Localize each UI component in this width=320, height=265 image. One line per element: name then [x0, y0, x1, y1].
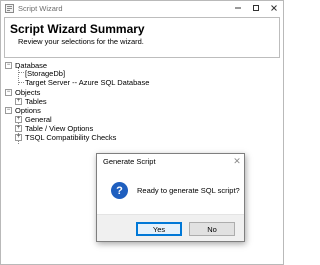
maximize-button[interactable] [247, 1, 265, 15]
title-bar: Script Wizard [1, 1, 283, 15]
close-button[interactable] [265, 1, 283, 15]
tree-node-label: TSQL Compatibility Checks [25, 132, 117, 142]
expand-toggle-icon[interactable]: + [15, 97, 22, 105]
tree-connector [18, 72, 24, 73]
dialog-title-bar: Generate Script ✕ [97, 154, 244, 168]
no-button[interactable]: No [189, 222, 235, 236]
dialog-close-icon[interactable]: ✕ [230, 154, 244, 168]
dialog-footer: Yes No [97, 214, 244, 241]
window-title: Script Wizard [18, 3, 63, 13]
collapse-toggle-icon[interactable]: − [5, 61, 12, 69]
tree-node-label: Target Server -- Azure SQL Database [25, 77, 150, 87]
window-controls [229, 1, 283, 15]
maximize-icon [253, 5, 259, 11]
collapse-toggle-icon[interactable]: − [5, 88, 12, 96]
generate-script-dialog: Generate Script ✕ ? Ready to generate SQ… [96, 153, 245, 242]
minimize-icon [235, 7, 241, 9]
yes-button[interactable]: Yes [136, 222, 182, 236]
dialog-body: ? Ready to generate SQL script? [97, 168, 244, 210]
close-icon [271, 5, 277, 11]
tree-node-tsql-compatibility[interactable]: + TSQL Compatibility Checks [15, 132, 116, 142]
minimize-button[interactable] [229, 1, 247, 15]
collapse-toggle-icon[interactable]: − [5, 106, 12, 114]
expand-toggle-icon[interactable]: + [15, 133, 22, 141]
app-icon [5, 3, 14, 13]
summary-header: Script Wizard Summary Review your select… [4, 17, 280, 58]
page-subtitle: Review your selections for the wizard. [18, 37, 144, 46]
tree-node-target-server[interactable]: Target Server -- Azure SQL Database [25, 77, 149, 87]
question-icon: ? [111, 182, 128, 199]
dialog-message: Ready to generate SQL script? [137, 186, 240, 195]
expand-toggle-icon[interactable]: + [15, 124, 22, 132]
tree-connector [18, 82, 24, 83]
script-wizard-window: Script Wizard Script Wizard Summary Revi… [0, 0, 284, 265]
dialog-title: Generate Script [103, 156, 156, 166]
page-title: Script Wizard Summary [10, 22, 145, 36]
expand-toggle-icon[interactable]: + [15, 115, 22, 123]
